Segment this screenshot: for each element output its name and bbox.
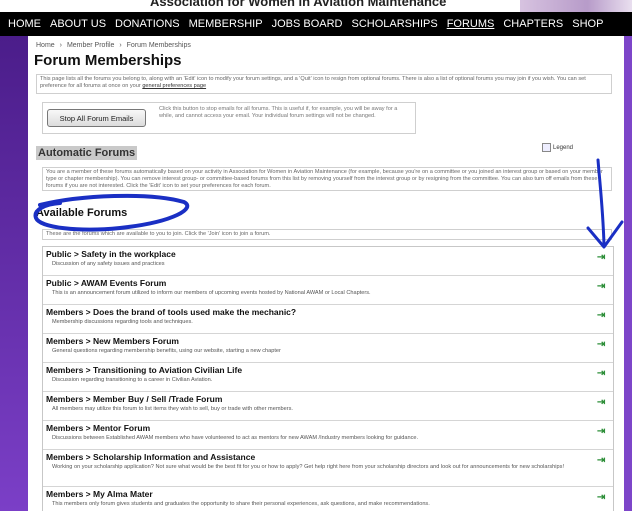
forum-title[interactable]: Public > AWAM Events Forum — [46, 278, 166, 288]
forum-row: Members > Member Buy / Sell /Trade Forum… — [43, 392, 613, 421]
stop-emails-description: Click this button to stop emails for all… — [159, 106, 398, 119]
nav-home[interactable]: HOME — [8, 18, 41, 30]
join-icon[interactable]: ⇥ — [597, 398, 607, 408]
forum-description: Discussion regarding transitioning to a … — [52, 377, 213, 383]
forum-description: Membership discussions regarding tools a… — [52, 319, 193, 325]
nav-donations[interactable]: DONATIONS — [115, 18, 180, 30]
nav-membership[interactable]: MEMBERSHIP — [189, 18, 263, 30]
join-icon[interactable]: ⇥ — [597, 340, 607, 350]
main-content: Home › Member Profile › Forum Membership… — [28, 36, 624, 511]
breadcrumb-current: Forum Memberships — [126, 42, 191, 49]
available-forums-description: These are the forums which are available… — [42, 229, 612, 240]
forum-row: Members > My Alma Mater This members onl… — [43, 487, 613, 511]
site-header: Association for Women in Aviation Mainte… — [0, 0, 632, 12]
forum-row: Members > Scholarship Information and As… — [43, 450, 613, 487]
forum-title[interactable]: Members > New Members Forum — [46, 336, 179, 346]
breadcrumb-separator-icon: › — [59, 42, 62, 49]
forum-list: Public > Safety in the workplace Discuss… — [42, 246, 614, 511]
forum-title[interactable]: Members > My Alma Mater — [46, 489, 153, 499]
forum-row: Public > AWAM Events Forum This is an an… — [43, 276, 613, 305]
breadcrumb-home[interactable]: Home — [36, 42, 55, 49]
forum-row: Members > Mentor Forum Discussions betwe… — [43, 421, 613, 450]
breadcrumb-profile[interactable]: Member Profile — [67, 42, 114, 49]
intro-paragraph: This page lists all the forums you belon… — [40, 76, 586, 89]
join-icon[interactable]: ⇥ — [597, 456, 607, 466]
intro-text: This page lists all the forums you belon… — [36, 74, 612, 94]
forum-description: This is an announcement forum utilized t… — [52, 290, 371, 296]
legend-icon — [542, 143, 551, 152]
header-photo — [520, 0, 632, 12]
forum-title[interactable]: Members > Transitioning to Aviation Civi… — [46, 365, 242, 375]
legend-label: Legend — [553, 144, 574, 151]
breadcrumb-separator-icon: › — [119, 42, 122, 49]
forum-description: Discussion of any safety issues and prac… — [52, 261, 165, 267]
forum-title[interactable]: Public > Safety in the workplace — [46, 249, 176, 259]
page-title: Forum Memberships — [34, 52, 182, 69]
forum-row: Public > Safety in the workplace Discuss… — [43, 247, 613, 276]
forum-description: All members may utilize this forum to li… — [52, 406, 293, 412]
left-background — [0, 36, 28, 511]
nav-scholarships[interactable]: SCHOLARSHIPS — [351, 18, 437, 30]
forum-title[interactable]: Members > Member Buy / Sell /Trade Forum — [46, 394, 222, 404]
available-forums-heading: Available Forums — [36, 207, 128, 219]
right-background — [624, 36, 632, 511]
top-nav: HOME ABOUT US DONATIONS MEMBERSHIP JOBS … — [0, 12, 632, 36]
nav-chapters[interactable]: CHAPTERS — [503, 18, 563, 30]
join-icon[interactable]: ⇥ — [597, 427, 607, 437]
automatic-forums-heading: Automatic Forums — [36, 146, 138, 160]
nav-forums[interactable]: FORUMS — [447, 18, 495, 30]
nav-about-us[interactable]: ABOUT US — [50, 18, 106, 30]
forum-title[interactable]: Members > Mentor Forum — [46, 423, 150, 433]
join-icon[interactable]: ⇥ — [597, 493, 607, 503]
nav-jobs-board[interactable]: JOBS BOARD — [272, 18, 343, 30]
forum-title[interactable]: Members > Scholarship Information and As… — [46, 452, 255, 462]
forum-description: Discussions between Established AWAM mem… — [52, 435, 419, 441]
forum-description: Working on your scholarship application?… — [52, 464, 564, 470]
forum-description: General questions regarding membership b… — [52, 348, 281, 354]
forum-row: Members > Does the brand of tools used m… — [43, 305, 613, 334]
stop-all-forum-emails-button[interactable]: Stop All Forum Emails — [47, 109, 146, 127]
join-icon[interactable]: ⇥ — [597, 282, 607, 292]
org-title: Association for Women in Aviation Mainte… — [150, 0, 447, 9]
nav-shop[interactable]: SHOP — [572, 18, 603, 30]
forum-row: Members > New Members Forum General ques… — [43, 334, 613, 363]
forum-title[interactable]: Members > Does the brand of tools used m… — [46, 307, 296, 317]
stop-emails-panel: Stop All Forum Emails Click this button … — [42, 102, 416, 134]
forum-description: This members only forum gives students a… — [52, 501, 430, 507]
general-preferences-link[interactable]: general preferences page — [142, 83, 206, 89]
join-icon[interactable]: ⇥ — [597, 369, 607, 379]
automatic-forums-description: You are a member of these forums automat… — [42, 167, 612, 191]
forum-row: Members > Transitioning to Aviation Civi… — [43, 363, 613, 392]
legend-link[interactable]: Legend — [542, 143, 573, 152]
join-icon[interactable]: ⇥ — [597, 253, 607, 263]
breadcrumb: Home › Member Profile › Forum Membership… — [36, 42, 191, 49]
join-icon[interactable]: ⇥ — [597, 311, 607, 321]
